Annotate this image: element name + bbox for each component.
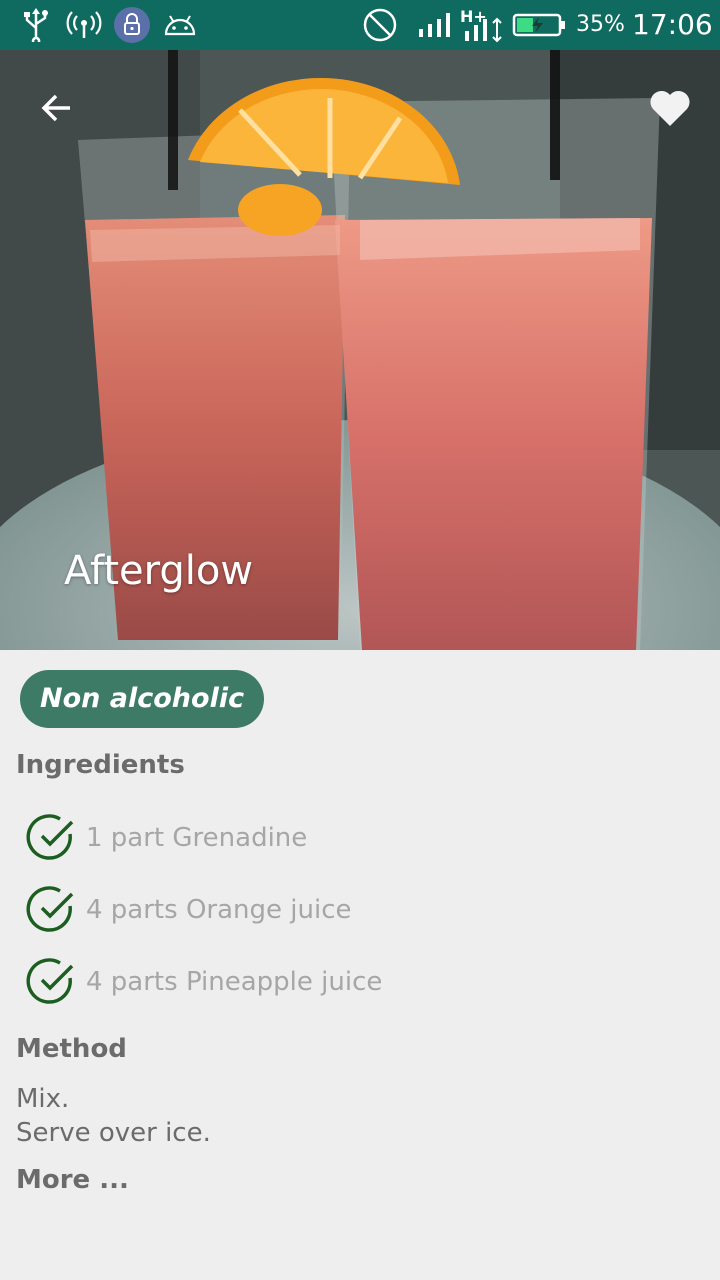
hotspot-icon [66, 0, 102, 50]
back-button[interactable] [30, 82, 82, 134]
check-circle-icon [26, 958, 74, 1004]
ingredients-list: 1 part Grenadine 4 parts Orange juice 4 … [26, 802, 706, 1018]
drink-detail: Non alcoholic Ingredients 1 part Grenadi… [0, 650, 720, 1280]
method-heading: Method [16, 1034, 127, 1064]
list-item: 4 parts Pineapple juice [26, 946, 706, 1018]
hero-image: Afterglow [0, 50, 720, 650]
arrow-back-icon [41, 94, 70, 122]
usb-icon [20, 0, 52, 50]
check-circle-icon [26, 886, 74, 932]
method-line: Serve over ice. [16, 1118, 211, 1148]
battery-charging-icon [512, 0, 566, 50]
ingredient-label: 4 parts Pineapple juice [86, 967, 383, 997]
list-item: 4 parts Orange juice [26, 874, 706, 946]
favorite-button[interactable] [642, 82, 698, 134]
network-type-label: H+ [460, 7, 487, 26]
category-chip: Non alcoholic [20, 670, 265, 728]
list-item: 1 part Grenadine [26, 802, 706, 874]
android-debug-icon [162, 0, 198, 50]
method-text: Mix. Serve over ice. [16, 1082, 211, 1150]
status-bar: H+ 35% 17:06 [0, 0, 720, 50]
battery-percent: 35% [576, 12, 625, 37]
signal-icon [414, 0, 454, 50]
drink-title: Afterglow [64, 548, 254, 594]
check-circle-icon [26, 814, 74, 860]
more-link[interactable]: More ... [16, 1165, 129, 1195]
ingredients-heading: Ingredients [16, 750, 185, 780]
vpn-lock-icon [112, 0, 152, 50]
do-not-disturb-icon [360, 0, 400, 50]
heart-icon [650, 90, 690, 126]
ingredient-label: 1 part Grenadine [86, 823, 308, 853]
ingredient-label: 4 parts Orange juice [86, 895, 352, 925]
clock: 17:06 [632, 8, 713, 41]
method-line: Mix. [16, 1084, 70, 1114]
